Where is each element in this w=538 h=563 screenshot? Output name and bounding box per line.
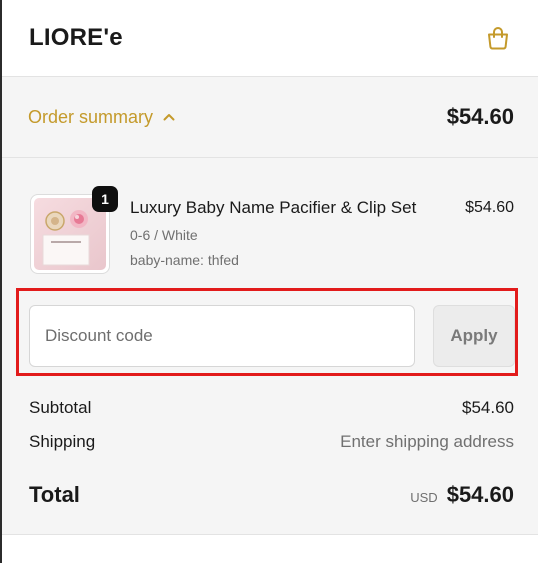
order-summary-toggle[interactable]: Order summary $54.60: [2, 77, 538, 158]
cost-breakdown: Subtotal $54.60 Shipping Enter shipping …: [29, 398, 514, 508]
order-summary-button[interactable]: Order summary: [28, 107, 175, 128]
order-summary-label: Order summary: [28, 106, 154, 127]
discount-code-input[interactable]: [29, 305, 415, 367]
subtotal-row: Subtotal $54.60: [29, 398, 514, 418]
line-item: 1 Luxury Baby Name Pacifier & Clip Set 0…: [30, 186, 514, 274]
product-thumbnail-wrap: 1: [30, 186, 118, 274]
product-property: baby-name: thfed: [130, 252, 239, 268]
order-summary-panel: 1 Luxury Baby Name Pacifier & Clip Set 0…: [2, 158, 538, 535]
total-amount-group: USD $54.60: [410, 482, 514, 508]
subtotal-value: $54.60: [462, 398, 514, 417]
total-row: Total USD $54.60: [29, 482, 514, 508]
apply-discount-button[interactable]: Apply: [433, 305, 515, 367]
header: LIORE'e: [2, 0, 538, 77]
total-amount: $54.60: [446, 482, 514, 507]
product-title: Luxury Baby Name Pacifier & Clip Set: [130, 198, 417, 217]
currency-code: USD: [410, 490, 438, 505]
quantity-badge: 1: [92, 186, 118, 212]
order-summary-total: $54.60: [446, 104, 514, 129]
shopping-bag-icon: [488, 27, 508, 50]
shipping-value: Enter shipping address: [340, 432, 514, 451]
total-label: Total: [29, 482, 80, 507]
line-item-price: $54.60: [465, 199, 514, 216]
checkout-page: LIORE'e Order summary $54.60 1 Luxury Ba…: [0, 0, 538, 563]
brand-logo[interactable]: LIORE'e: [29, 24, 123, 52]
chevron-up-icon: [163, 113, 175, 121]
subtotal-label: Subtotal: [29, 398, 92, 417]
cart-button[interactable]: [484, 24, 512, 52]
line-item-info: Luxury Baby Name Pacifier & Clip Set 0-6…: [130, 194, 465, 274]
shipping-label: Shipping: [29, 432, 96, 451]
shipping-row: Shipping Enter shipping address: [29, 432, 514, 452]
product-variant: 0-6 / White: [130, 227, 198, 243]
